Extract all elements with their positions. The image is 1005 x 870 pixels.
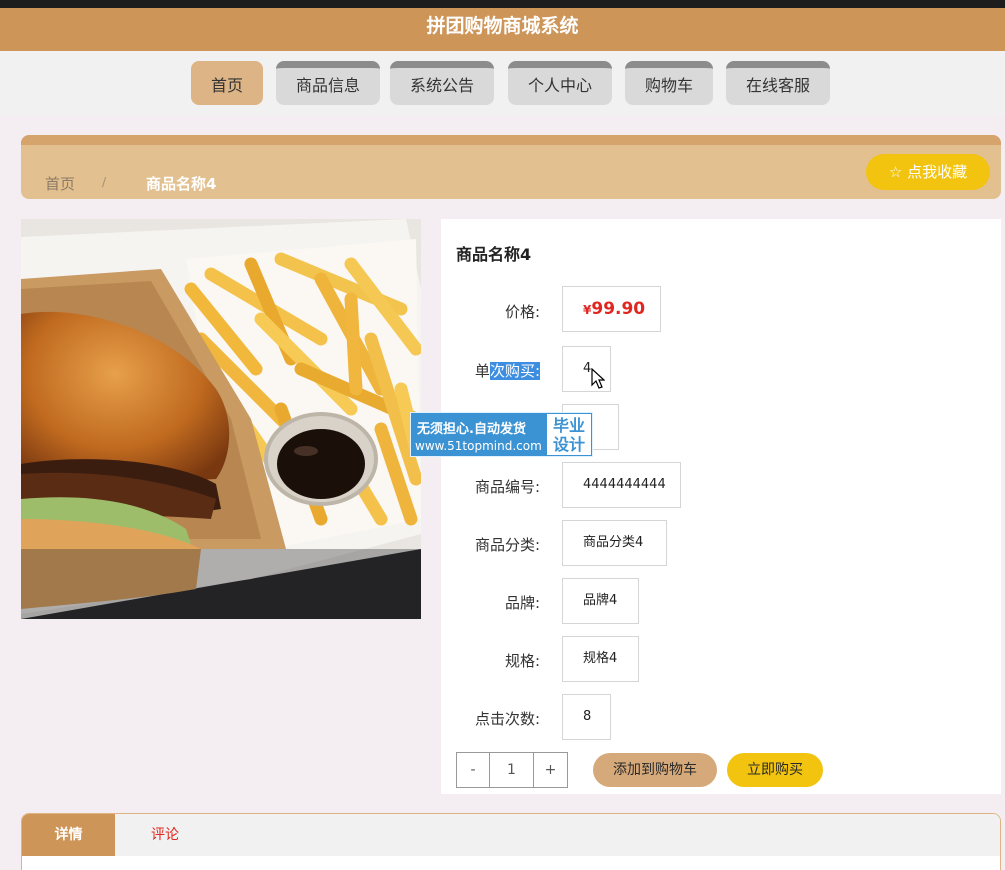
add-to-cart-button[interactable]: 添加到购物车 <box>593 753 717 787</box>
site-title: 拼团购物商城系统 <box>426 15 579 37</box>
quantity-input[interactable]: 1 <box>490 753 534 787</box>
category-value: 商品分类4 <box>583 535 644 550</box>
brand-box: 品牌4 <box>562 578 639 624</box>
product-code-box: 4444444444 <box>562 462 681 508</box>
burger-fries-illustration <box>21 219 421 619</box>
click-count-box: 8 <box>562 694 611 740</box>
breadcrumb-home[interactable]: 首页 <box>45 173 75 194</box>
watermark-badge-line1: 毕业 <box>552 416 585 435</box>
spec-box: 规格4 <box>562 636 639 682</box>
watermark-overlay: 无须担心.自动发货 www.51topmind.com 毕业 设计 <box>410 412 593 457</box>
top-edge-strip <box>0 0 1005 8</box>
mouse-cursor-icon <box>591 368 605 389</box>
favorite-label: ☆ 点我收藏 <box>888 163 968 181</box>
decrease-button[interactable]: - <box>457 753 490 787</box>
price-value: 99.90 <box>591 299 646 319</box>
favorite-button[interactable]: ☆ 点我收藏 <box>866 154 990 190</box>
click-count-label: 点击次数: <box>474 710 540 728</box>
nav-cart[interactable]: 购物车 <box>625 61 713 105</box>
purchase-limit-label-prefix: 单 <box>474 362 490 380</box>
watermark-text: 无须担心.自动发货 www.51topmind.com <box>411 413 545 458</box>
watermark-badge: 毕业 设计 <box>547 414 591 455</box>
selected-text: 次购买: <box>489 362 540 380</box>
main-nav: 首页 商品信息 系统公告 个人中心 购物车 在线客服 <box>0 51 1005 115</box>
price-box: ¥99.90 <box>562 286 661 332</box>
quantity-stepper: - 1 + <box>456 752 568 788</box>
click-count-value: 8 <box>583 709 592 724</box>
product-code-value: 4444444444 <box>583 477 666 492</box>
brand-label: 品牌: <box>504 594 540 612</box>
product-image <box>21 219 421 619</box>
nav-profile[interactable]: 个人中心 <box>508 61 612 105</box>
nav-home[interactable]: 首页 <box>191 61 263 105</box>
buy-now-button[interactable]: 立即购买 <box>727 753 823 787</box>
price-label: 价格: <box>504 303 540 321</box>
category-label: 商品分类: <box>474 536 540 554</box>
watermark-line1: 无须担心.自动发货 <box>417 422 526 437</box>
product-name: 商品名称4 <box>456 245 532 264</box>
category-box: 商品分类4 <box>562 520 667 566</box>
watermark-badge-line2: 设计 <box>552 435 585 454</box>
nav-customer-service[interactable]: 在线客服 <box>726 61 830 105</box>
spec-value: 规格4 <box>583 651 618 666</box>
spec-label: 规格: <box>504 652 540 670</box>
tab-bar: 详情 评论 <box>22 814 1000 856</box>
tab-detail[interactable]: 详情 <box>22 814 115 856</box>
brand-value: 品牌4 <box>583 593 618 608</box>
product-info-panel: 商品名称4 价格: ¥99.90 单次购买: 4 7 商品编号: 4444444… <box>441 219 1001 794</box>
breadcrumb-current: 商品名称4 <box>146 175 217 193</box>
nav-announcements[interactable]: 系统公告 <box>390 61 494 105</box>
breadcrumb-separator: / <box>102 175 107 189</box>
nav-products[interactable]: 商品信息 <box>276 61 380 105</box>
tab-comment[interactable]: 评论 <box>115 814 215 856</box>
increase-button[interactable]: + <box>534 753 567 787</box>
watermark-line2: www.51topmind.com <box>415 439 542 453</box>
site-title-bar: 拼团购物商城系统 <box>0 8 1005 51</box>
product-code-label: 商品编号: <box>474 478 540 496</box>
breadcrumb: 首页 / 商品名称4 ☆ 点我收藏 <box>21 135 1001 199</box>
detail-tabs: 详情 评论 <box>21 813 1001 870</box>
purchase-limit-label: 单次购买: <box>441 360 540 381</box>
